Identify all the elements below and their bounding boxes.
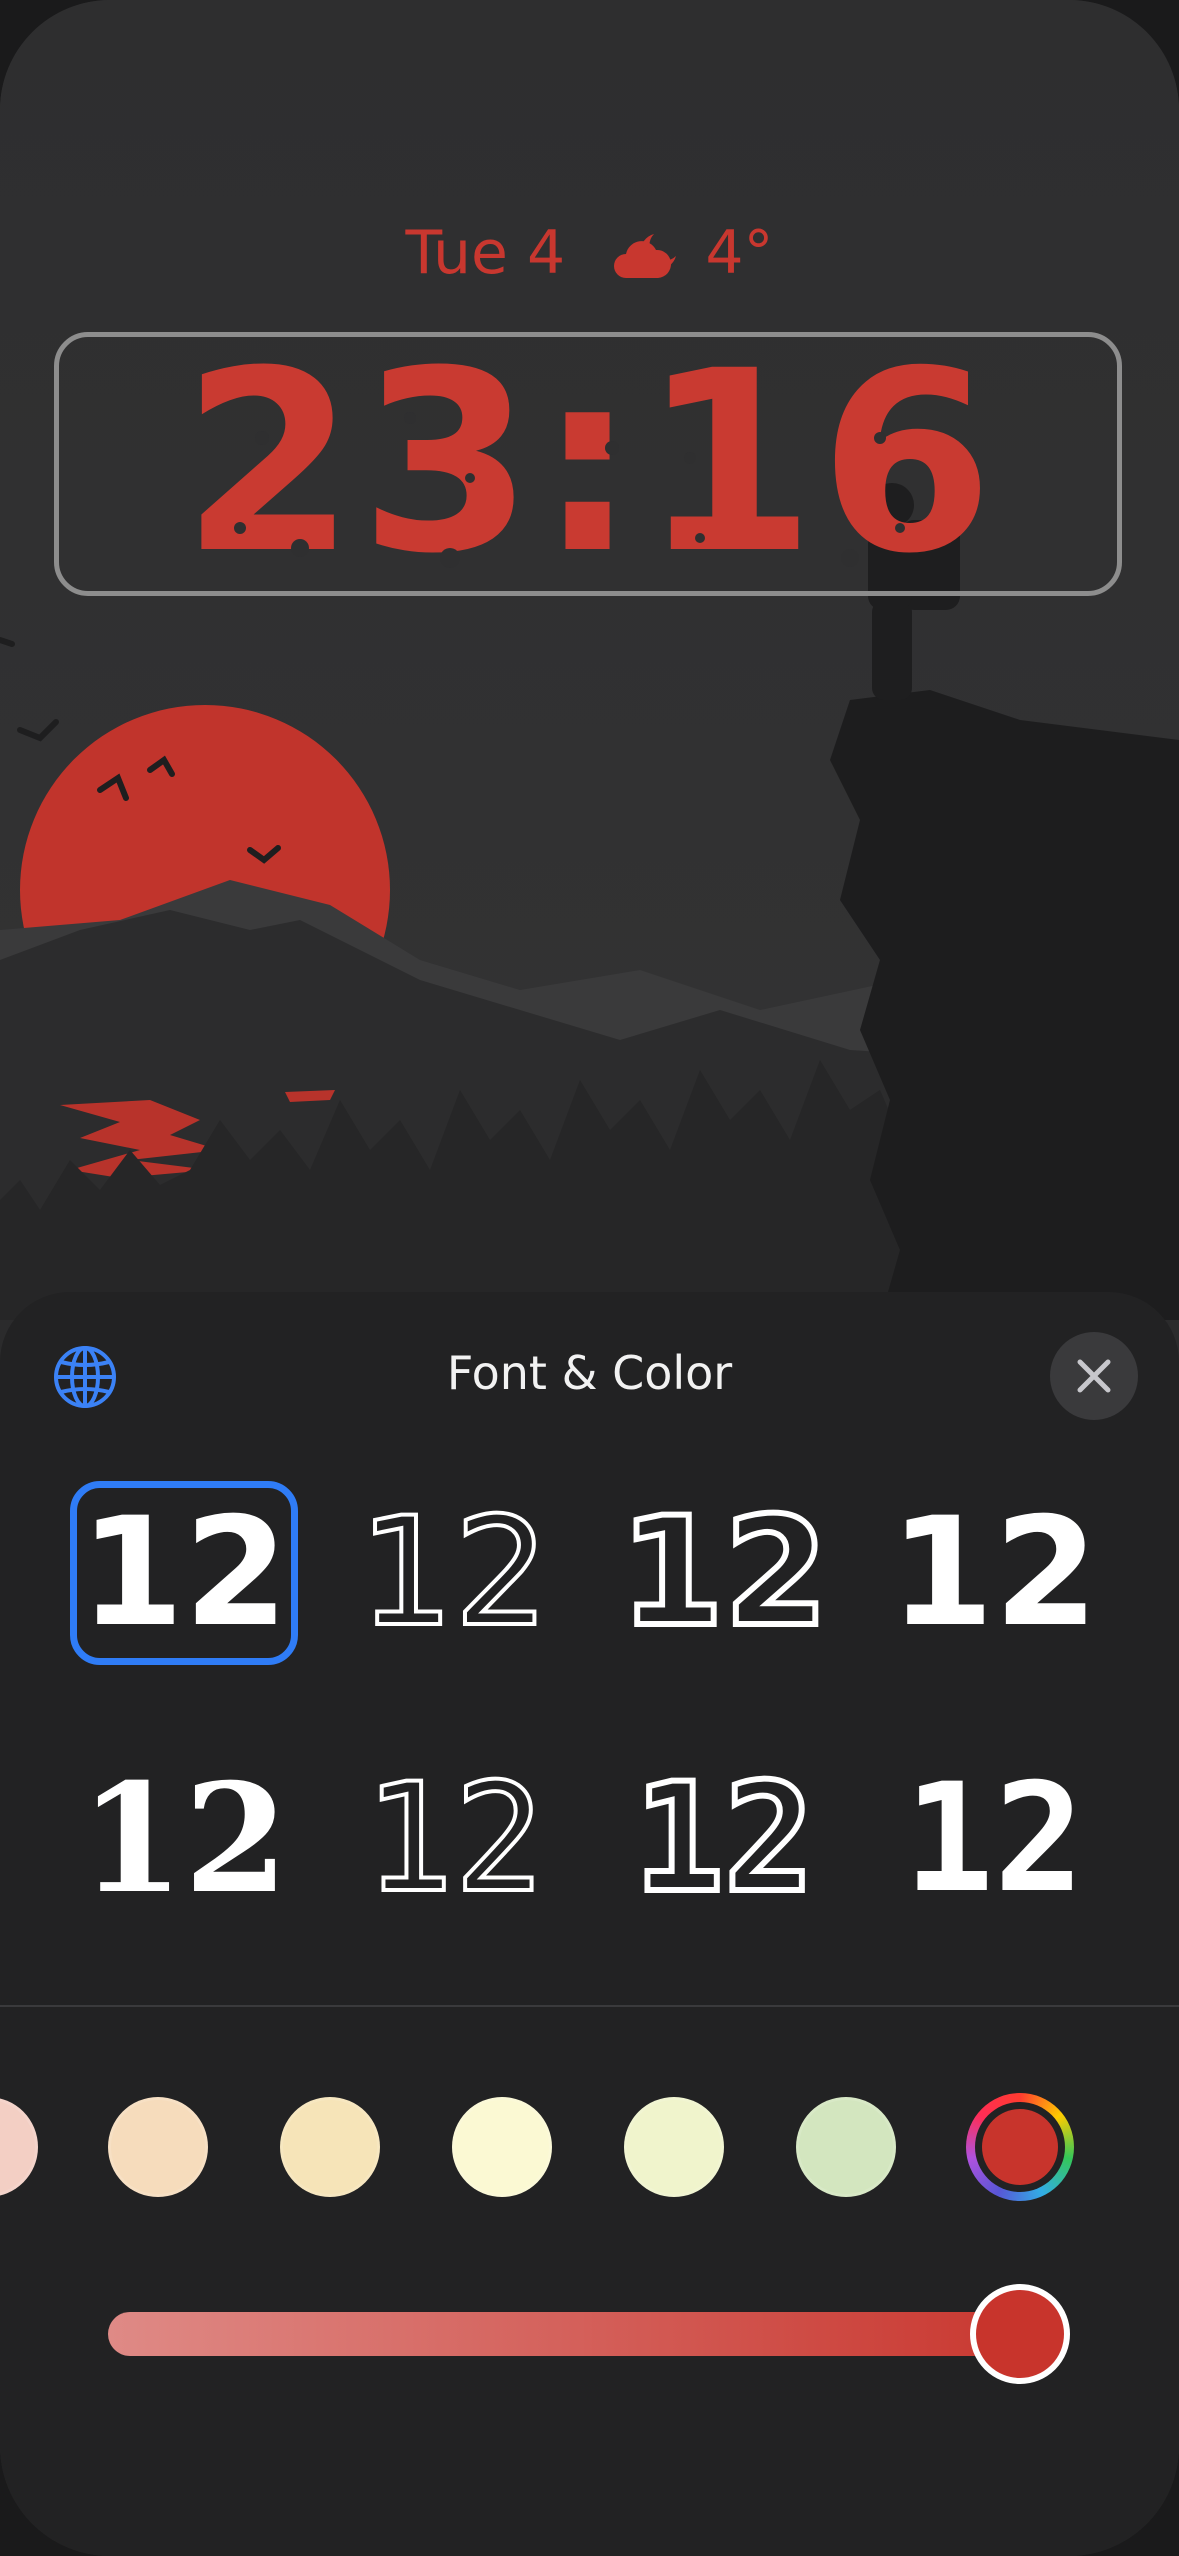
divider	[0, 2005, 1179, 2007]
wallpaper	[0, 0, 1179, 1320]
font-option-bold-outline[interactable]: 12	[610, 1481, 838, 1665]
date-text: Tue 4	[405, 218, 566, 288]
font-option-stencil-solid[interactable]: 12	[880, 1747, 1108, 1931]
date-weather-row[interactable]: Tue 4 4°	[0, 218, 1179, 288]
color-swatch-sand[interactable]	[280, 2097, 380, 2197]
cloud-moon-icon	[614, 234, 677, 279]
close-icon	[1077, 1359, 1111, 1393]
font-color-sheet: Font & Color 12 12 12 12 12 12 12 12	[0, 1292, 1179, 2556]
temperature-text: 4°	[705, 218, 774, 288]
close-button[interactable]	[1050, 1332, 1138, 1420]
slider-thumb[interactable]	[970, 2284, 1070, 2384]
font-option-bold-solid[interactable]: 12	[880, 1481, 1108, 1665]
selected-color	[982, 2109, 1058, 2185]
font-option-space-rounded[interactable]: 12	[70, 1481, 298, 1665]
clock-time: 23:16	[181, 317, 998, 608]
color-swatch-cream[interactable]	[452, 2097, 552, 2197]
font-option-stencil-double-outline[interactable]: 12	[610, 1747, 838, 1931]
color-intensity-slider[interactable]	[108, 2312, 1068, 2356]
color-swatch-pale-green[interactable]	[796, 2097, 896, 2197]
color-swatch-peach-pink[interactable]	[0, 2097, 38, 2197]
font-option-cat-silhouette[interactable]: 12	[70, 1747, 298, 1931]
color-picker-button[interactable]	[966, 2093, 1074, 2201]
lock-screen-editor: Tue 4 4° 23:16 Font & Color 12 12 12 12 …	[0, 0, 1179, 2556]
font-option-stencil-outline[interactable]: 12	[340, 1747, 568, 1931]
color-swatch-apricot[interactable]	[108, 2097, 208, 2197]
sheet-title: Font & Color	[446, 1346, 733, 1400]
color-swatch-pale-lime[interactable]	[624, 2097, 724, 2197]
font-option-thin-outline[interactable]: 12	[340, 1481, 568, 1665]
